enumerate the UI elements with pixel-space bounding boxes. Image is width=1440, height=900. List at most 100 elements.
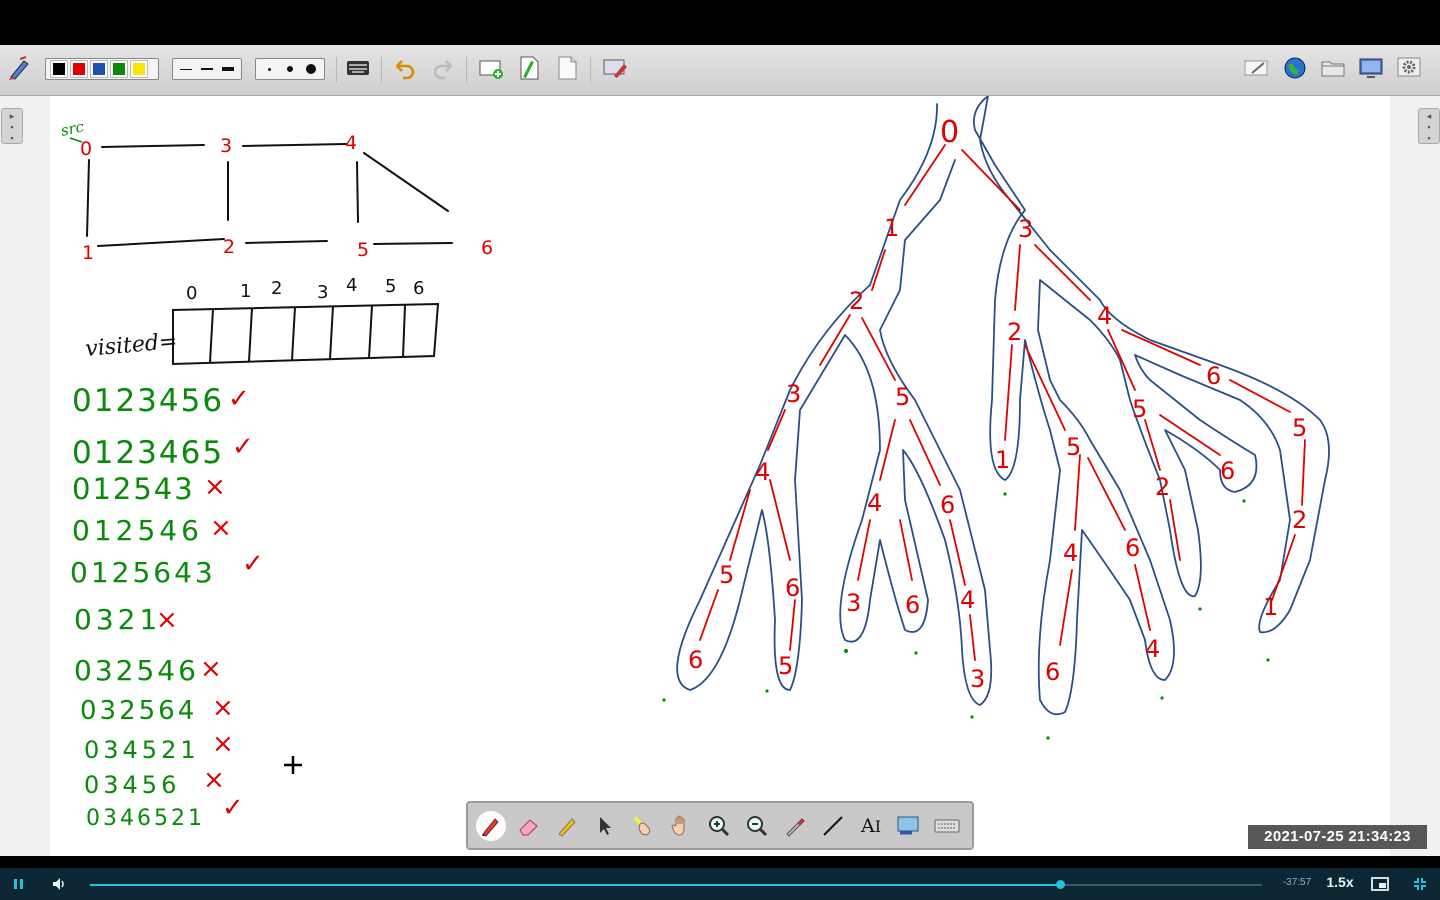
- path-text-5: 0125643: [70, 556, 216, 589]
- leaf-markers: [662, 492, 1270, 740]
- tree-label: 2: [1155, 473, 1170, 501]
- progress-fill: [90, 884, 1061, 886]
- color-swatch-blue[interactable]: [90, 60, 108, 78]
- path-text-7: 032546: [74, 654, 199, 687]
- main-toolbar: [0, 45, 1440, 96]
- zoom-in-icon[interactable]: [704, 811, 734, 841]
- display-icon[interactable]: [1356, 53, 1386, 83]
- tree-label: 5: [1292, 414, 1307, 442]
- path-text-8: 032564: [80, 696, 197, 726]
- path-text-2: 0123465: [72, 435, 224, 471]
- graph-node-0: 0: [80, 138, 92, 160]
- visited-index-2: 2: [271, 278, 282, 299]
- color-swatch-yellow[interactable]: [130, 60, 148, 78]
- tree-label: 4: [867, 489, 882, 517]
- dot-size-large[interactable]: [300, 64, 321, 74]
- redo-icon[interactable]: [428, 53, 458, 83]
- zoom-out-icon[interactable]: [742, 811, 772, 841]
- dot-size-small[interactable]: [259, 67, 280, 71]
- tree-label: 4: [1097, 302, 1112, 330]
- screen-capture-icon[interactable]: [600, 53, 630, 83]
- tree-label: 4: [755, 458, 770, 486]
- color-swatch-green[interactable]: [110, 60, 128, 78]
- eraser-icon[interactable]: [514, 811, 544, 841]
- path-text-6: 0321: [74, 603, 161, 636]
- graph-node-1: 1: [82, 242, 94, 264]
- globe-icon[interactable]: [1280, 53, 1310, 83]
- keyboard-icon[interactable]: [343, 53, 373, 83]
- line-width-thick[interactable]: [217, 67, 238, 71]
- graph-node-4: 4: [345, 132, 357, 154]
- text-cursor-icon: I: [874, 816, 882, 836]
- text-icon[interactable]: AI: [856, 811, 886, 841]
- visited-indices: 0 1 2 3 4 5 6: [186, 275, 424, 304]
- visited-index-3: 3: [317, 282, 328, 303]
- right-panel-toggle[interactable]: ◂ ▪ ▪: [1418, 108, 1440, 144]
- settings-icon[interactable]: [1394, 53, 1424, 83]
- page-icon[interactable]: [514, 53, 544, 83]
- tree-label: 2: [1292, 506, 1307, 534]
- line-width-thin[interactable]: [176, 68, 197, 70]
- progress-bar[interactable]: [90, 880, 1262, 889]
- toolbar-divider: [336, 57, 337, 83]
- visited-label: visited=: [84, 329, 178, 362]
- hand-icon[interactable]: [666, 811, 696, 841]
- tree-label: 2: [1007, 318, 1022, 346]
- keyboard-icon[interactable]: [932, 811, 962, 841]
- tree-label: 6: [1125, 534, 1140, 562]
- playback-speed-button[interactable]: 1.5x: [1322, 874, 1358, 890]
- tree-label: 1: [884, 214, 899, 242]
- graph-diagram: src 0 1 2 3 4 5 6: [59, 117, 493, 264]
- tree-label: 3: [786, 380, 801, 408]
- path-mark-5: ✓: [242, 549, 264, 579]
- path-mark-1: ✓: [228, 384, 250, 414]
- left-panel-toggle[interactable]: ▸ ▪ ▪: [1, 108, 23, 144]
- graph-node-3: 3: [220, 135, 232, 157]
- path-text-11: 0346521: [86, 806, 205, 831]
- folder-icon[interactable]: [1318, 53, 1348, 83]
- line-width-selector: [172, 58, 242, 80]
- new-page-icon[interactable]: [476, 53, 506, 83]
- dot-size-medium[interactable]: [280, 66, 301, 72]
- tree-label: 6: [905, 591, 920, 619]
- visited-index-0: 0: [186, 283, 197, 304]
- tree-label: 4: [1145, 635, 1160, 663]
- edit-icon[interactable]: [1242, 53, 1272, 83]
- pointer-icon[interactable]: [590, 811, 620, 841]
- line-width-medium[interactable]: [197, 68, 218, 70]
- tree-label: 6: [1045, 658, 1060, 686]
- tree-label: 4: [1063, 539, 1078, 567]
- undo-icon[interactable]: [390, 53, 420, 83]
- color-swatch-red[interactable]: [70, 60, 88, 78]
- path-mark-4: ×: [210, 513, 232, 543]
- line-icon[interactable]: [818, 811, 848, 841]
- pause-icon[interactable]: [9, 874, 29, 894]
- visited-cells: [172, 302, 440, 366]
- graph-node-2: 2: [223, 236, 235, 258]
- visited-array: 0 1 2 3 4 5 6 visited=: [84, 275, 440, 366]
- recording-timestamp: 2021-07-25 21:34:23: [1248, 825, 1427, 849]
- color-swatch-black[interactable]: [50, 60, 68, 78]
- pen-icon[interactable]: [476, 811, 506, 841]
- dropper-icon[interactable]: [780, 811, 810, 841]
- blank-page-icon[interactable]: [552, 53, 582, 83]
- screenshot-icon[interactable]: [894, 811, 924, 841]
- path-text-1: 0123456: [72, 383, 224, 419]
- highlighter-icon[interactable]: [552, 811, 582, 841]
- path-mark-9: ×: [212, 729, 234, 759]
- pen-tool-icon[interactable]: [4, 53, 34, 83]
- path-mark-10: ×: [203, 765, 225, 795]
- src-label: src: [59, 117, 86, 140]
- volume-icon[interactable]: [50, 874, 70, 894]
- exit-fullscreen-icon[interactable]: [1410, 874, 1430, 894]
- visited-index-6: 6: [413, 278, 424, 299]
- whiteboard-drawing: src 0 1 2 3 4 5 6 0 1 2 3 4 5 6 visited=…: [59, 96, 1330, 831]
- crosshair-cursor-icon: [284, 756, 302, 774]
- tree-label: 6: [785, 574, 800, 602]
- tree-node-labels: 0 1 3 2 3 5 4 4 6 5 6 6 5 3 6 4 3 2 4 1 …: [688, 115, 1307, 693]
- whiteboard-canvas[interactable]: src 0 1 2 3 4 5 6 0 1 2 3 4 5 6 visited=…: [50, 96, 1390, 856]
- tree-label: 3: [846, 589, 861, 617]
- tree-label: 3: [970, 665, 985, 693]
- picture-in-picture-icon[interactable]: [1370, 874, 1390, 894]
- laser-pointer-icon[interactable]: [628, 811, 658, 841]
